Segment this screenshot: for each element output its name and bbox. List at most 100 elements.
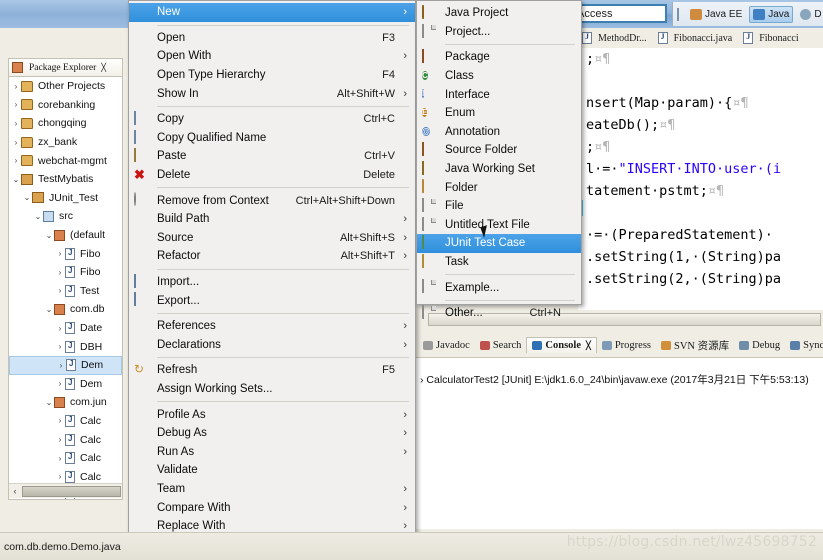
tree-node[interactable]: › DBH [9, 337, 122, 356]
perspective-java-button[interactable]: Java [749, 5, 794, 23]
code-editor[interactable]: ;¤¶ nsert(Map·param)·{¤¶ eateDb();¤¶ ;¤¶ l·=… [578, 48, 823, 310]
close-icon[interactable]: ╳ [586, 341, 591, 350]
tree-node[interactable]: › chongqing [9, 114, 122, 133]
submenu-item-class[interactable]: C Class [417, 67, 581, 86]
submenu-item-untitled-text-file[interactable]: Untitled Text File [417, 216, 581, 235]
tree-expanded-icon[interactable]: ⌄ [33, 212, 43, 221]
new-submenu[interactable]: Java Project Project... Package C Class I Inte… [416, 0, 582, 319]
console-tab[interactable]: Synchro [785, 338, 823, 353]
scroll-left-icon[interactable]: ‹ [9, 486, 21, 496]
console-tab[interactable]: Search [475, 338, 527, 353]
tree-node[interactable]: › Date [9, 319, 122, 338]
quick-access-field[interactable]: Access [571, 4, 667, 23]
tree-node[interactable]: › Dem [9, 375, 122, 394]
tree-node[interactable]: ⌄ JUnit_Test [9, 189, 122, 208]
tree-expanded-icon[interactable]: ⌄ [44, 231, 54, 240]
menu-item-refactor[interactable]: Refactor Alt+Shift+T › [129, 247, 415, 266]
menu-item-show-in[interactable]: Show In Alt+Shift+W › [129, 84, 415, 103]
menu-item-paste[interactable]: Paste Ctrl+V [129, 147, 415, 166]
tree-collapsed-icon[interactable]: › [55, 454, 65, 463]
submenu-item-other[interactable]: Other... Ctrl+N [417, 304, 581, 323]
menu-item-run-as[interactable]: Run As › [129, 442, 415, 461]
tree-collapsed-icon[interactable]: › [55, 416, 65, 425]
tree-collapsed-icon[interactable]: › [55, 435, 65, 444]
submenu-item-java-project[interactable]: Java Project [417, 4, 581, 23]
editor-tab[interactable]: Fibonacci [739, 32, 805, 44]
tree-collapsed-icon[interactable]: › [55, 472, 65, 481]
menu-item-team[interactable]: Team › [129, 480, 415, 499]
tree-collapsed-icon[interactable]: › [55, 249, 65, 258]
editor-tab[interactable]: Fibonacci.java [654, 32, 740, 44]
menu-item-refresh[interactable]: ↻ Refresh F5 [129, 361, 415, 380]
submenu-item-enum[interactable]: E Enum [417, 104, 581, 123]
tree-collapsed-icon[interactable]: › [55, 379, 65, 388]
tree-node[interactable]: › Calc [9, 412, 122, 431]
submenu-item-annotation[interactable]: @ Annotation [417, 123, 581, 142]
menu-item-references[interactable]: References › [129, 317, 415, 336]
menu-item-export[interactable]: Export... [129, 291, 415, 310]
menu-item-declarations[interactable]: Declarations › [129, 336, 415, 355]
context-menu[interactable]: New › Open F3 Open With › Open Type Hierarchy F… [128, 0, 416, 560]
menu-item-remove-from-context[interactable]: Remove from Context Ctrl+Alt+Shift+Down [129, 191, 415, 210]
tree-collapsed-icon[interactable]: › [11, 100, 21, 109]
perspective-debug-button[interactable]: D [797, 7, 823, 22]
tree-collapsed-icon[interactable]: › [11, 82, 21, 91]
perspective-java-ee-button[interactable]: Java EE [687, 7, 745, 22]
console-tab[interactable]: SVN 资源库 [656, 336, 734, 355]
tree-node[interactable]: › Other Projects [9, 77, 122, 96]
tree-collapsed-icon[interactable]: › [11, 156, 21, 165]
menu-item-validate[interactable]: Validate [129, 461, 415, 480]
submenu-item-folder[interactable]: Folder [417, 178, 581, 197]
tree-node[interactable]: ⌄ TestMybatis [9, 170, 122, 189]
scrollbar-thumb[interactable] [22, 485, 121, 497]
menu-item-debug-as[interactable]: Debug As › [129, 424, 415, 443]
editor-tab[interactable]: MethodDr... [578, 32, 654, 44]
tree-collapsed-icon[interactable]: › [55, 268, 65, 277]
close-icon[interactable]: ╳ [101, 63, 106, 72]
submenu-item-package[interactable]: Package [417, 48, 581, 67]
tree-node[interactable]: › corebanking [9, 96, 122, 115]
console-output[interactable]: › CalculatorTest2 [JUnit] E:\jdk1.6.0_24… [416, 357, 823, 529]
menu-item-delete[interactable]: ✖ Delete Delete [129, 166, 415, 185]
submenu-item-junit-test-case[interactable]: JUnit Test Case [417, 234, 581, 253]
submenu-item-project[interactable]: Project... [417, 23, 581, 42]
submenu-item-java-working-set[interactable]: Java Working Set [417, 160, 581, 179]
tree-node[interactable]: ⌄ (default [9, 226, 122, 245]
tree-collapsed-icon[interactable]: › [55, 286, 65, 295]
tree-expanded-icon[interactable]: ⌄ [22, 193, 32, 202]
tree-node[interactable]: ⌄ com.db [9, 300, 122, 319]
console-tab[interactable]: Debug [734, 338, 785, 353]
tree-node[interactable]: › zx_bank [9, 133, 122, 152]
tree-collapsed-icon[interactable]: › [11, 119, 21, 128]
tree-expanded-icon[interactable]: ⌄ [44, 398, 54, 407]
tree-node[interactable]: ⌄ src [9, 207, 122, 226]
tree-collapsed-icon[interactable]: › [55, 342, 65, 351]
tree-node[interactable]: › Calc [9, 430, 122, 449]
tree-node[interactable]: › Test [9, 282, 122, 301]
menu-item-copy-qualified-name[interactable]: Copy Qualified Name [129, 129, 415, 148]
submenu-item-source-folder[interactable]: Source Folder [417, 141, 581, 160]
console-tab[interactable]: Javadoc [418, 338, 475, 353]
tree-node[interactable]: › Fibo [9, 263, 122, 282]
menu-item-build-path[interactable]: Build Path › [129, 210, 415, 229]
menu-item-new[interactable]: New › [129, 3, 415, 22]
menu-item-open[interactable]: Open F3 [129, 29, 415, 48]
package-explorer-tab[interactable]: Package Explorer ╳ [8, 58, 123, 76]
menu-item-open-type-hierarchy[interactable]: Open Type Hierarchy F4 [129, 66, 415, 85]
package-explorer-tree[interactable]: › Other Projects › corebanking › chongqing › zx… [8, 76, 123, 500]
open-perspective-icon[interactable] [677, 7, 679, 21]
tree-expanded-icon[interactable]: ⌄ [44, 305, 54, 314]
console-tab[interactable]: Progress [597, 338, 656, 353]
menu-item-compare-with[interactable]: Compare With › [129, 498, 415, 517]
tree-collapsed-icon[interactable]: › [11, 138, 21, 147]
submenu-item-interface[interactable]: I Interface [417, 85, 581, 104]
package-explorer-hscrollbar[interactable]: ‹ [9, 483, 122, 498]
tree-node[interactable]: ⌄ com.jun [9, 393, 122, 412]
menu-item-assign-working-sets[interactable]: Assign Working Sets... [129, 380, 415, 399]
submenu-item-example[interactable]: Example... [417, 278, 581, 297]
tree-node[interactable]: › Calc [9, 449, 122, 468]
tree-collapsed-icon[interactable]: › [56, 361, 66, 370]
submenu-item-task[interactable]: Task [417, 253, 581, 272]
menu-item-profile-as[interactable]: Profile As › [129, 405, 415, 424]
tree-expanded-icon[interactable]: ⌄ [11, 175, 21, 184]
